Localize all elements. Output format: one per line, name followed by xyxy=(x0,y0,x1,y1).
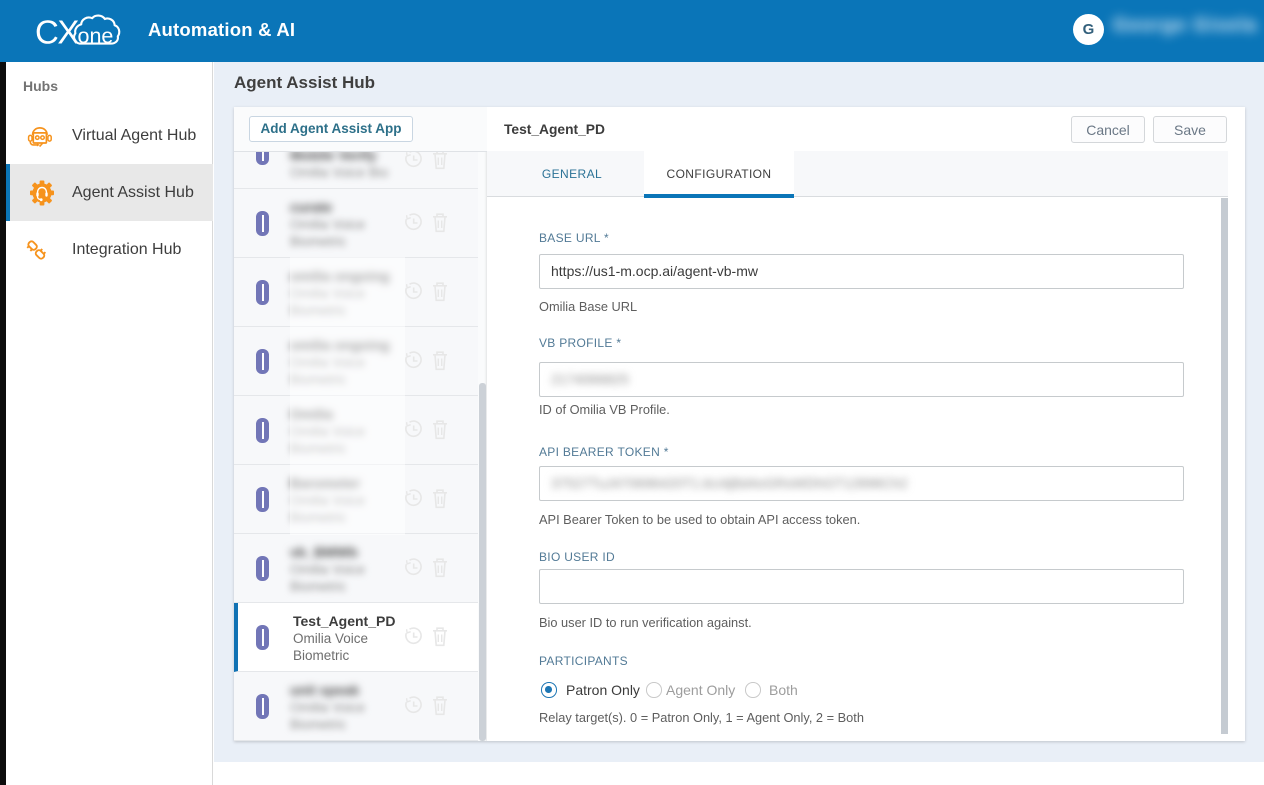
svg-text:one: one xyxy=(78,24,114,48)
svg-text:CX: CX xyxy=(35,14,79,51)
